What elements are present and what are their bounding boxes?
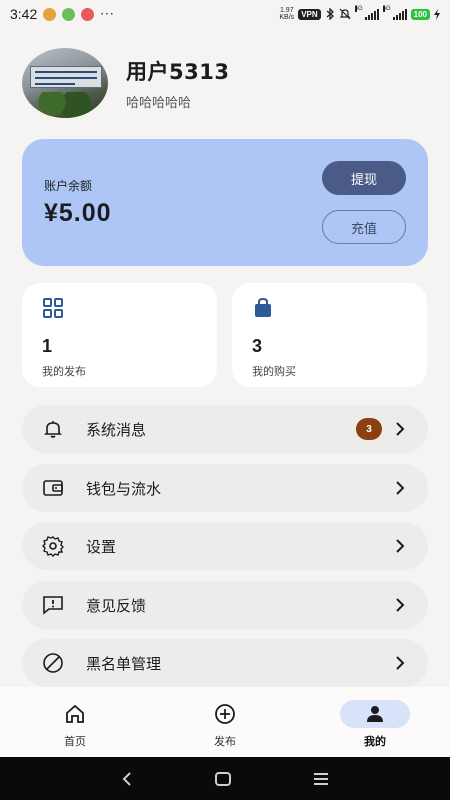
recent-apps-icon[interactable] [312,771,330,787]
recharge-button[interactable]: 充值 [322,210,406,244]
add-circle-icon [190,700,260,728]
mute-icon [339,8,351,20]
menu-label: 设置 [86,537,117,556]
signal-strength-icon: 5G [382,5,407,20]
chevron-right-icon [396,656,405,670]
unread-badge: 3 [356,418,382,440]
battery-indicator: 100 [410,8,430,20]
bottom-navigation: 首页 发布 我的 [0,687,450,757]
my-posts-label: 我的发布 [42,365,86,378]
feedback-icon [42,594,64,616]
vpn-badge: VPN [298,8,321,20]
wallet-icon [42,477,64,499]
notification-app-icon [81,7,95,21]
username: 用户5313 [126,59,230,84]
block-icon [42,652,64,674]
charging-icon [434,8,440,20]
home-icon [40,700,110,728]
bluetooth-icon [326,8,334,20]
back-icon[interactable] [120,771,134,787]
menu-item-blacklist[interactable]: 黑名单管理 [22,639,428,687]
chevron-right-icon [396,598,405,612]
tab-label: 我的 [364,735,386,748]
balance-label: 账户余额 [44,179,93,193]
menu-label: 黑名单管理 [86,654,162,673]
tab-publish[interactable]: 发布 [150,687,300,757]
notification-app-icon [62,7,76,21]
tab-mine[interactable]: 我的 [300,687,450,757]
status-time: 3:42 [10,6,38,22]
tab-label: 首页 [64,735,86,748]
my-purchases-label: 我的购买 [252,365,296,378]
tab-label: 发布 [214,735,236,748]
home-button-icon[interactable] [214,771,232,787]
menu-label: 钱包与流水 [86,479,162,498]
system-navigation-bar [0,757,450,800]
grid-icon [43,298,63,318]
my-posts-count: 1 [42,336,53,356]
avatar[interactable] [22,48,108,118]
menu-item-feedback[interactable]: 意见反馈 [22,581,428,629]
tab-home[interactable]: 首页 [0,687,150,757]
chevron-right-icon [396,539,405,553]
more-notifications-icon: ··· [100,7,115,21]
chevron-right-icon [396,481,405,495]
status-bar: 3:42 ··· 1.97 KB/s VPN 5G 5G 100 [0,0,450,28]
my-posts-card[interactable]: 1 我的发布 [22,283,217,387]
balance-card: 账户余额 ¥5.00 提现 充值 [22,139,428,266]
menu-label: 意见反馈 [86,596,147,615]
gear-icon [42,535,64,557]
menu-item-settings[interactable]: 设置 [22,522,428,570]
menu-label: 系统消息 [86,420,147,439]
menu-item-system-messages[interactable]: 系统消息 3 [22,405,428,453]
my-purchases-card[interactable]: 3 我的购买 [232,283,427,387]
shopping-bag-icon [255,297,271,317]
chevron-right-icon [396,422,405,436]
my-purchases-count: 3 [252,336,263,356]
network-speed: 1.97 KB/s [279,7,295,21]
bell-icon [42,418,64,440]
person-icon [340,700,410,728]
withdraw-button[interactable]: 提现 [322,161,406,195]
menu-item-wallet[interactable]: 钱包与流水 [22,464,428,512]
profile-header[interactable]: 用户5313 哈哈哈哈哈 [22,48,229,118]
notification-app-icon [43,7,57,21]
balance-amount: ¥5.00 [44,199,112,227]
user-bio: 哈哈哈哈哈 [126,95,192,111]
signal-strength-icon: 5G [354,5,379,20]
